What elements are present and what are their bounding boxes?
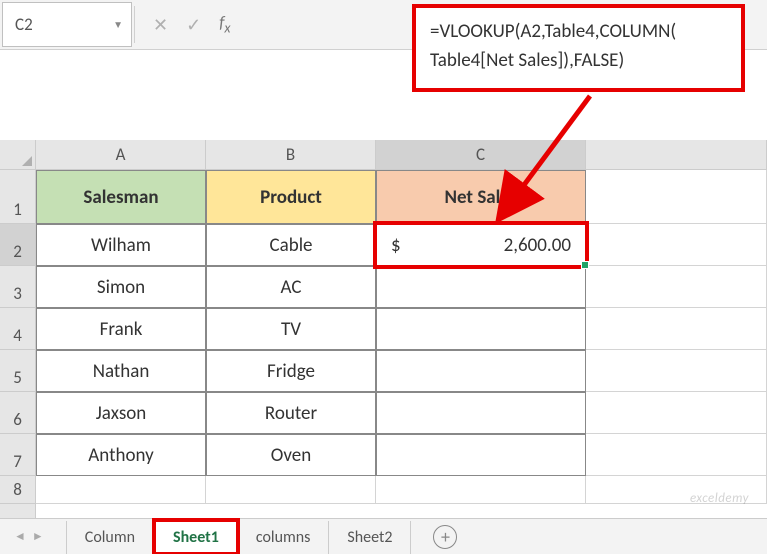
fill-handle[interactable] bbox=[581, 261, 589, 269]
cell-blank-1[interactable] bbox=[586, 170, 767, 224]
cell-A8[interactable] bbox=[36, 476, 206, 504]
row-header-8[interactable]: 8 bbox=[0, 476, 35, 504]
cell-blank-4[interactable] bbox=[586, 308, 767, 350]
cell-blank-7[interactable] bbox=[586, 434, 767, 476]
cell-C3[interactable] bbox=[376, 266, 586, 308]
cell-B2[interactable]: Cable bbox=[206, 224, 376, 266]
col-header-blank[interactable] bbox=[586, 140, 767, 169]
cell-C6[interactable] bbox=[376, 392, 586, 434]
cell-A3[interactable]: Simon bbox=[36, 266, 206, 308]
tab-nav: ◄ ► bbox=[0, 529, 58, 544]
enter-icon[interactable]: ✓ bbox=[186, 14, 201, 36]
new-sheet-button[interactable]: + bbox=[433, 525, 457, 549]
cell-blank-2[interactable] bbox=[586, 224, 767, 266]
tab-prev-icon[interactable]: ◄ bbox=[14, 529, 26, 544]
formula-bar-buttons: ✕ ✓ fx bbox=[135, 0, 261, 49]
row-header-6[interactable]: 6 bbox=[0, 392, 35, 434]
cell-B8[interactable] bbox=[206, 476, 376, 504]
column-headers: ABC bbox=[36, 140, 767, 170]
row-headers: 12345678 bbox=[0, 170, 36, 518]
tab-sheet1[interactable]: Sheet1 bbox=[154, 520, 238, 554]
cell-A4[interactable]: Frank bbox=[36, 308, 206, 350]
cell-A1[interactable]: Salesman bbox=[36, 170, 206, 224]
cell-C8[interactable] bbox=[376, 476, 586, 504]
name-box[interactable]: C2 ▼ bbox=[2, 2, 132, 47]
tab-sheet2[interactable]: Sheet2 bbox=[329, 521, 411, 554]
cell-B7[interactable]: Oven bbox=[206, 434, 376, 476]
cell-C4[interactable] bbox=[376, 308, 586, 350]
cell-A6[interactable]: Jaxson bbox=[36, 392, 206, 434]
formula-line-2: Table4[Net Sales]),FALSE) bbox=[430, 47, 727, 76]
row-header-7[interactable]: 7 bbox=[0, 434, 35, 476]
net-sales-value: 2,600.00 bbox=[504, 234, 571, 257]
cancel-icon[interactable]: ✕ bbox=[153, 14, 168, 36]
cell-B1[interactable]: Product bbox=[206, 170, 376, 224]
tab-next-icon[interactable]: ► bbox=[32, 529, 44, 544]
cell-A2[interactable]: Wilham bbox=[36, 224, 206, 266]
chevron-down-icon[interactable]: ▼ bbox=[113, 18, 123, 31]
row-header-4[interactable]: 4 bbox=[0, 308, 35, 350]
cell-blank-3[interactable] bbox=[586, 266, 767, 308]
tab-columns[interactable]: columns bbox=[238, 521, 330, 554]
cell-A5[interactable]: Nathan bbox=[36, 350, 206, 392]
select-all-corner[interactable] bbox=[0, 140, 36, 170]
col-header-b[interactable]: B bbox=[206, 140, 376, 169]
cell-B3[interactable]: AC bbox=[206, 266, 376, 308]
cell-B5[interactable]: Fridge bbox=[206, 350, 376, 392]
formula-callout: =VLOOKUP(A2,Table4,COLUMN( Table4[Net Sa… bbox=[412, 4, 745, 92]
watermark: exceldemy bbox=[690, 491, 749, 506]
cell-C7[interactable] bbox=[376, 434, 586, 476]
row-header-2[interactable]: 2 bbox=[0, 224, 35, 266]
row-header-3[interactable]: 3 bbox=[0, 266, 35, 308]
cell-C5[interactable] bbox=[376, 350, 586, 392]
sheet-tabs-bar: ◄ ► ColumnSheet1columnsSheet2 + bbox=[0, 518, 767, 554]
cell-blank-6[interactable] bbox=[586, 392, 767, 434]
cell-B4[interactable]: TV bbox=[206, 308, 376, 350]
col-header-a[interactable]: A bbox=[36, 140, 206, 169]
arrow-icon bbox=[490, 92, 610, 232]
name-box-value: C2 bbox=[15, 14, 33, 35]
fx-icon[interactable]: fx bbox=[219, 12, 242, 36]
row-header-1[interactable]: 1 bbox=[0, 170, 35, 224]
cell-B6[interactable]: Router bbox=[206, 392, 376, 434]
formula-line-1: =VLOOKUP(A2,Table4,COLUMN( bbox=[430, 18, 727, 47]
spreadsheet-grid: ABC 12345678 SalesmanProductNet SalesWil… bbox=[0, 140, 767, 518]
row-header-5[interactable]: 5 bbox=[0, 350, 35, 392]
tab-column[interactable]: Column bbox=[66, 521, 154, 554]
cell-A7[interactable]: Anthony bbox=[36, 434, 206, 476]
cell-blank-5[interactable] bbox=[586, 350, 767, 392]
currency-symbol: $ bbox=[391, 234, 401, 257]
cells-area: SalesmanProductNet SalesWilhamCable$2,60… bbox=[36, 170, 767, 518]
tabs-container: ColumnSheet1columnsSheet2 bbox=[66, 519, 412, 554]
